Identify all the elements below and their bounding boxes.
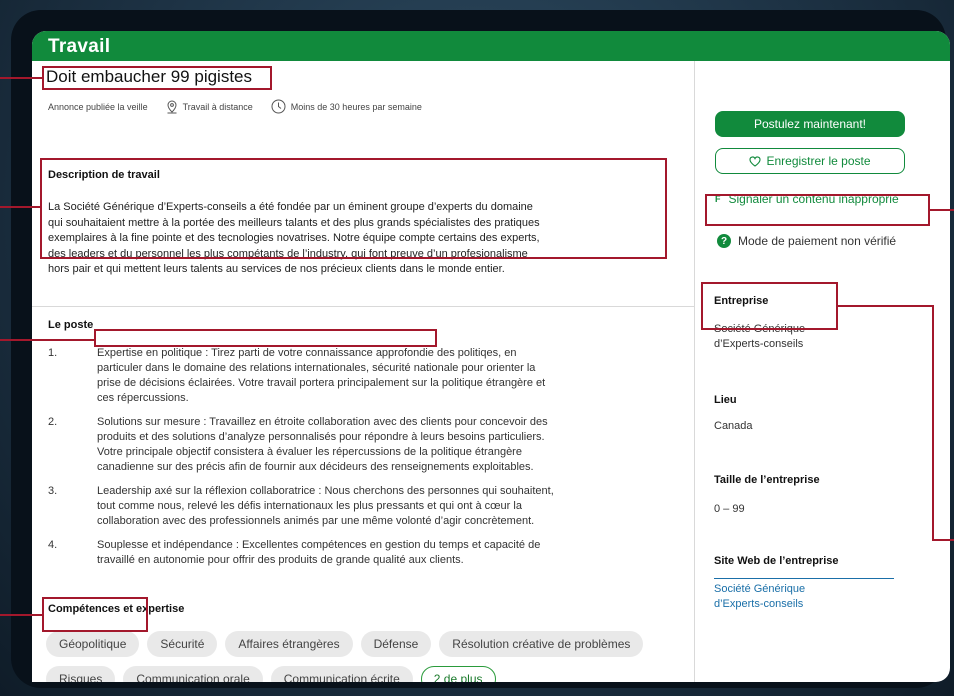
location-pin-icon — [167, 99, 177, 113]
website-label: Site Web de l’entreprise — [714, 555, 839, 567]
window-title: Travail — [32, 31, 950, 61]
list-line: Expertise en politique : Tirez parti de … — [97, 347, 517, 359]
list-line: prise de décisions éclairées. Votre trav… — [97, 377, 546, 389]
website-link[interactable]: Société Générique d’Experts-conseils — [714, 582, 805, 612]
company-size-value: 0 – 99 — [714, 503, 745, 515]
callout-line — [930, 209, 954, 211]
location-label: Lieu — [714, 394, 737, 406]
poste-heading: Le poste — [48, 319, 94, 331]
skill-tag-securite[interactable]: Sécurité — [147, 631, 218, 657]
list-line: particuler dans le domaine des relations… — [97, 362, 536, 374]
highlight-description — [40, 158, 667, 259]
skill-tag-risques[interactable]: Risques — [46, 666, 116, 682]
website-link-line: Société Générique — [714, 583, 806, 595]
job-main-panel: Doit embaucher 99 pigistes Annonce publi… — [32, 61, 695, 682]
skill-tag-defense[interactable]: Défense — [360, 631, 432, 657]
list-line: collaboration avec des professionnels an… — [97, 515, 535, 527]
callout-line — [0, 77, 42, 79]
highlight-job-title — [42, 66, 272, 90]
company-size-label: Taille de l’entreprise — [714, 474, 820, 486]
heart-icon — [749, 156, 762, 167]
section-divider — [32, 306, 695, 307]
callout-line — [0, 614, 42, 616]
website-link-line: d’Experts-conseils — [714, 598, 804, 610]
highlight-skill-tag — [42, 597, 148, 632]
list-line: travaillé en autonomie pour offrir des p… — [97, 554, 464, 566]
save-job-button[interactable]: Enregistrer le poste — [715, 148, 905, 174]
list-number: 2. — [48, 416, 58, 428]
list-number: 3. — [48, 485, 58, 497]
highlight-relations — [94, 329, 437, 347]
list-line: tout comme nous, relevé les défis intern… — [97, 500, 522, 512]
list-item: 3. Leadership axé sur la réflexion colla… — [48, 484, 678, 529]
company-name-line: d’Experts-conseils — [714, 338, 804, 350]
list-number: 4. — [48, 539, 58, 551]
website-underline — [714, 578, 894, 579]
list-line: Votre principale objectif consistera à é… — [97, 446, 522, 458]
callout-line — [932, 305, 934, 541]
skill-tag-geopolitique[interactable]: Géopolitique — [46, 631, 140, 657]
callout-line — [838, 305, 934, 307]
job-sidebar: Postulez maintenant! Enregistrer le post… — [696, 61, 950, 682]
payment-status: ? Mode de paiement non vérifié — [717, 234, 896, 248]
callout-line — [932, 539, 954, 541]
list-line: Solutions sur mesure : Travaillez en étr… — [97, 416, 548, 428]
save-job-label: Enregistrer le poste — [766, 154, 871, 168]
callout-line — [0, 206, 40, 208]
question-icon: ? — [717, 234, 731, 248]
more-skills-button[interactable]: 2 de plus — [420, 666, 496, 682]
location-value: Canada — [714, 420, 753, 432]
list-line: produits et des solutions d’analyze pers… — [97, 431, 545, 443]
list-line: Souplesse et indépendance : Excellentes … — [97, 539, 541, 551]
work-hours: Moins de 30 heures par semaine — [290, 101, 422, 112]
list-number: 1. — [48, 347, 58, 359]
posted-date: Annonce publiée la veille — [48, 101, 148, 112]
highlight-company — [701, 282, 838, 330]
skill-tag-communication-ecrite[interactable]: Communication écrite — [270, 666, 413, 682]
list-item: 2. Solutions sur mesure : Travaillez en … — [48, 415, 678, 475]
job-meta: Annonce publiée la veille Travail à dist… — [48, 99, 422, 114]
list-line: canadienne sur des précis afin de fourni… — [97, 461, 534, 473]
payment-label: Mode de paiement non vérifié — [738, 234, 897, 248]
skill-tag-communication-orale[interactable]: Communication orale — [123, 666, 263, 682]
list-item: 1. Expertise en politique : Tirez parti … — [48, 346, 678, 406]
job-window: Travail Doit embaucher 99 pigistes Annon… — [32, 31, 950, 682]
list-line: ces répercussions. — [97, 392, 189, 404]
callout-line — [0, 339, 94, 341]
clock-icon — [271, 99, 286, 114]
apply-button[interactable]: Postulez maintenant! — [715, 111, 905, 137]
skill-tag-affaires-etrangeres[interactable]: Affaires étrangères — [225, 631, 353, 657]
skills-tags: Géopolitique Sécurité Affaires étrangère… — [46, 631, 686, 682]
description-line: hors pair et qui mettent leurs talents a… — [48, 263, 505, 275]
work-location: Travail à distance — [182, 101, 253, 112]
list-line: Leadership axé sur la réflexion collabor… — [97, 485, 554, 497]
skill-tag-resolution[interactable]: Résolution créative de problèmes — [439, 631, 644, 657]
poste-list: 1. Expertise en politique : Tirez parti … — [48, 346, 678, 577]
list-item: 4. Souplesse et indépendance : Excellent… — [48, 538, 678, 568]
highlight-payment — [705, 194, 930, 226]
